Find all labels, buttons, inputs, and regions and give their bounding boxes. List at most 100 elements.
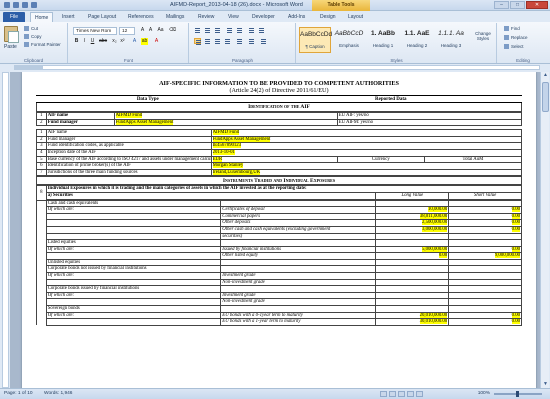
- undo-icon[interactable]: [22, 2, 28, 8]
- row-right[interactable]: EU AIFM: yes/no: [336, 118, 523, 127]
- short-value-cell[interactable]: [448, 239, 522, 247]
- tab-file[interactable]: File: [3, 12, 25, 22]
- borders-icon[interactable]: [260, 38, 267, 44]
- outline-icon[interactable]: [407, 391, 414, 397]
- zoom-slider[interactable]: [494, 391, 542, 397]
- vertical-ruler[interactable]: [2, 72, 9, 388]
- replace-button[interactable]: Replace: [504, 35, 528, 41]
- tab-developer[interactable]: Developer: [252, 12, 275, 22]
- row-value-cell[interactable]: AIFMD Fund: [210, 129, 523, 137]
- long-value-cell[interactable]: [375, 232, 450, 241]
- long-value-cell[interactable]: 20,010,000.00: [375, 311, 450, 320]
- tab-insert[interactable]: Insert: [62, 12, 75, 22]
- long-value-cell[interactable]: 2,500,000.00: [375, 219, 450, 227]
- short-value-cell[interactable]: 0.00: [448, 212, 522, 221]
- row-value-cell[interactable]: AIFMD Fund: [113, 112, 338, 120]
- row-value-cell[interactable]: EUR: [210, 155, 338, 164]
- short-value-cell[interactable]: [448, 258, 522, 267]
- vertical-scrollbar[interactable]: ▲ ▼: [540, 72, 549, 388]
- style-emphasis[interactable]: AaBbCcD Emphasis: [333, 27, 365, 53]
- long-value-cell[interactable]: 3,000,000.00: [375, 225, 450, 234]
- tab-design[interactable]: Design: [320, 12, 336, 22]
- tab-home[interactable]: Home: [30, 12, 54, 22]
- long-value-cell[interactable]: [375, 278, 450, 287]
- long-value-cell[interactable]: [375, 239, 450, 247]
- short-value-cell[interactable]: [448, 305, 522, 313]
- long-value-cell[interactable]: [375, 298, 450, 307]
- multilevel-list-icon[interactable]: [214, 27, 221, 33]
- bullets-icon[interactable]: [194, 27, 201, 33]
- style-heading-3[interactable]: 1.1.1. Aa Heading 3: [435, 27, 467, 53]
- close-button[interactable]: ✕: [526, 1, 548, 9]
- short-value-cell[interactable]: 0.00: [448, 318, 522, 326]
- shrink-font-icon[interactable]: A: [147, 27, 154, 34]
- short-value-cell[interactable]: 9,000,000.00: [448, 252, 522, 260]
- style-caption[interactable]: AaBbCcDd ¶ Caption: [299, 27, 332, 53]
- tab-page-layout[interactable]: Page Layout: [88, 12, 116, 22]
- long-value-cell[interactable]: 30,010,000.00: [375, 318, 450, 326]
- sort-icon[interactable]: [248, 27, 255, 33]
- font-size-select[interactable]: 12: [119, 27, 135, 35]
- document-page[interactable]: AIF-SPECIFIC INFORMATION TO BE PROVIDED …: [22, 72, 536, 388]
- tab-layout[interactable]: Layout: [348, 12, 363, 22]
- change-case-icon[interactable]: Aa: [157, 27, 164, 34]
- select-button[interactable]: Select: [504, 44, 524, 50]
- row-value-cell[interactable]: Morgan Stanley: [210, 162, 523, 170]
- row-right[interactable]: EU AIF: yes/no: [336, 112, 523, 120]
- copy-button[interactable]: Copy: [24, 34, 42, 40]
- strikethrough-button[interactable]: abc: [99, 38, 107, 45]
- bold-button[interactable]: B: [73, 38, 80, 45]
- row-value-cell[interactable]: IE4567890123: [210, 142, 523, 150]
- row-value-cell[interactable]: 2013-10-01: [210, 148, 523, 157]
- decrease-indent-icon[interactable]: [226, 27, 233, 33]
- draft-icon[interactable]: [416, 391, 423, 397]
- long-value-cell[interactable]: [375, 305, 450, 313]
- paste-button[interactable]: Paste: [4, 44, 17, 50]
- align-center-icon[interactable]: [204, 38, 211, 44]
- numbering-icon[interactable]: [204, 27, 211, 33]
- italic-button[interactable]: I: [81, 38, 88, 45]
- increase-indent-icon[interactable]: [236, 27, 243, 33]
- long-value-cell[interactable]: [375, 199, 450, 208]
- web-layout-icon[interactable]: [398, 391, 405, 397]
- format-painter-button[interactable]: Format Painter: [24, 42, 61, 48]
- zoom-level[interactable]: 100%: [478, 389, 490, 399]
- short-value-cell[interactable]: [448, 265, 522, 274]
- clear-format-icon[interactable]: ⌫: [169, 27, 176, 34]
- redo-icon[interactable]: [31, 2, 37, 8]
- short-value-cell[interactable]: [448, 298, 522, 307]
- tab-mailings[interactable]: Mailings: [166, 12, 184, 22]
- scroll-down-icon[interactable]: ▼: [542, 381, 549, 388]
- short-value-cell[interactable]: 0.00: [448, 206, 522, 214]
- tab-addins[interactable]: Add-Ins: [288, 12, 305, 22]
- tab-review[interactable]: Review: [198, 12, 214, 22]
- change-styles-button[interactable]: Change Styles: [471, 31, 495, 41]
- word-icon[interactable]: [4, 2, 10, 8]
- row-value-cell[interactable]: FundApps Asset Management: [210, 135, 523, 144]
- font-color-icon[interactable]: A: [153, 38, 160, 45]
- subscript-button[interactable]: x₂: [111, 38, 118, 45]
- print-layout-icon[interactable]: [380, 391, 387, 397]
- short-value-cell[interactable]: [448, 291, 522, 300]
- word-count[interactable]: Words: 1,946: [44, 389, 72, 399]
- long-value-cell[interactable]: 38,011,000.00: [375, 212, 450, 221]
- long-value-cell[interactable]: 0.00: [375, 252, 450, 260]
- full-screen-icon[interactable]: [389, 391, 396, 397]
- horizontal-ruler[interactable]: [0, 64, 550, 71]
- short-value-cell[interactable]: [448, 272, 522, 280]
- maximize-button[interactable]: □: [510, 1, 525, 9]
- minimize-button[interactable]: –: [494, 1, 509, 9]
- long-value-cell[interactable]: [375, 291, 450, 300]
- justify-icon[interactable]: [224, 38, 231, 44]
- text-effects-icon[interactable]: A: [131, 38, 138, 45]
- long-value-cell[interactable]: [375, 285, 450, 293]
- superscript-button[interactable]: x²: [119, 38, 126, 45]
- paste-icon[interactable]: [4, 26, 19, 43]
- page-count[interactable]: Page: 1 of 10: [4, 389, 33, 399]
- long-value-cell[interactable]: [375, 272, 450, 280]
- tab-references[interactable]: References: [128, 12, 154, 22]
- style-heading-1[interactable]: 1. AaBb Heading 1: [367, 27, 399, 53]
- long-value-cell[interactable]: 5,000,000.00: [375, 245, 450, 254]
- row-value-cell[interactable]: Ireland,Luxembourg,UK: [210, 168, 523, 177]
- short-value-cell[interactable]: [448, 232, 522, 241]
